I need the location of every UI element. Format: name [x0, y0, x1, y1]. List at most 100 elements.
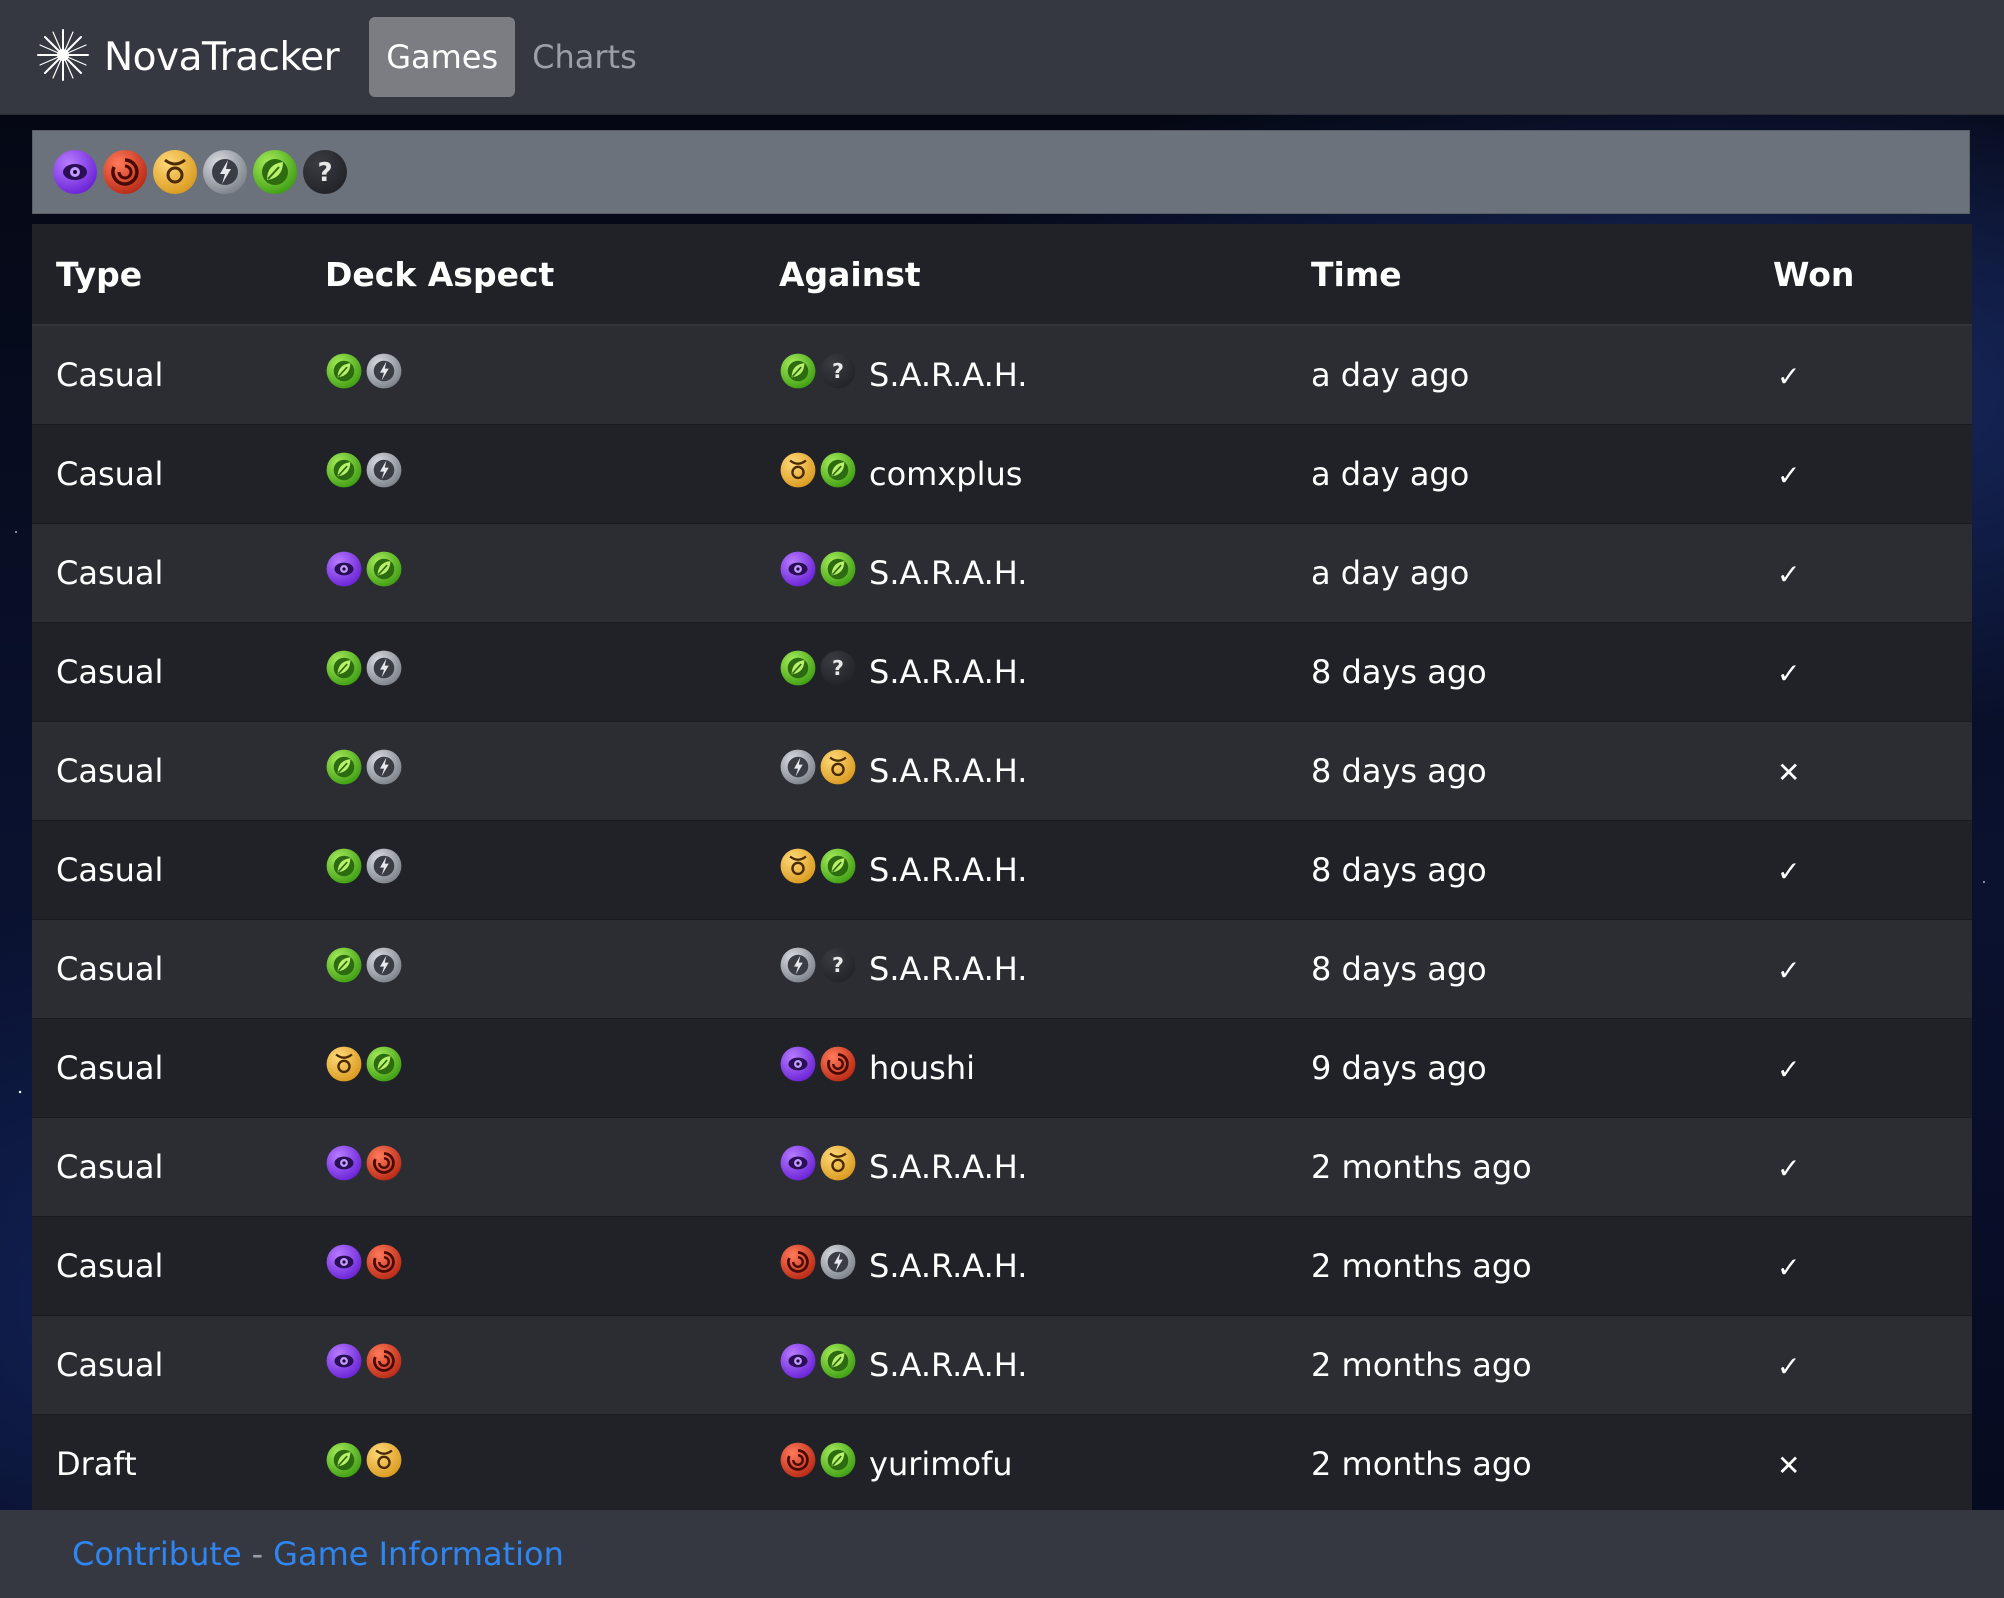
table-row[interactable]: Casual S.A.R.A.H. 8 days ago ✓: [32, 820, 1972, 920]
opponent-name: S.A.R.A.H.: [869, 356, 1028, 394]
svg-text:?: ?: [832, 656, 844, 680]
opponent-name: S.A.R.A.H.: [869, 554, 1028, 592]
checkmark-icon: ✓: [1777, 657, 1801, 690]
table-row[interactable]: Casual S.A.R.A.H. 2 months ago ✓: [32, 1216, 1972, 1316]
cell-type: Casual: [32, 1315, 301, 1415]
contribute-link[interactable]: Contribute: [72, 1535, 242, 1573]
svg-text:?: ?: [832, 953, 844, 977]
tab-games[interactable]: Games: [369, 17, 516, 97]
nature-aspect-icon: [819, 550, 859, 596]
cell-won: ✓: [1749, 1018, 1972, 1118]
opponent-name: S.A.R.A.H.: [869, 1148, 1028, 1186]
cell-time: 8 days ago: [1287, 820, 1749, 920]
tab-charts[interactable]: Charts: [515, 17, 654, 97]
cell-against: yurimofu: [755, 1414, 1287, 1513]
table-row[interactable]: Casual comxplus a day ago ✓: [32, 424, 1972, 524]
cell-time: 2 months ago: [1287, 1315, 1749, 1415]
chaos-aspect-icon: [365, 1144, 405, 1190]
checkmark-icon: ✓: [1777, 360, 1801, 393]
table-row[interactable]: Casual S.A.R.A.H. a day ago ✓: [32, 523, 1972, 623]
filter-unknown-aspect-icon[interactable]: ?: [301, 148, 349, 196]
cell-type: Casual: [32, 919, 301, 1019]
cell-deck-aspect: [301, 424, 755, 524]
game-information-link[interactable]: Game Information: [273, 1535, 564, 1573]
mystic-aspect-icon: [779, 1045, 819, 1091]
checkmark-icon: ✓: [1777, 1350, 1801, 1383]
cell-won: ✓: [1749, 324, 1972, 425]
chaos-aspect-icon: [365, 1342, 405, 1388]
cell-deck-aspect: [301, 820, 755, 920]
table-row[interactable]: Draft yurimofu 2 months ago ✕: [32, 1414, 1972, 1513]
footer-separator: -: [251, 1535, 264, 1573]
cell-deck-aspect: [301, 919, 755, 1019]
opponent-name: S.A.R.A.H.: [869, 653, 1028, 691]
cell-time: 8 days ago: [1287, 721, 1749, 821]
cross-icon: ✕: [1777, 1449, 1801, 1482]
header-time[interactable]: Time: [1287, 224, 1749, 326]
nature-aspect-icon: [325, 352, 365, 398]
footer: Contribute - Game Information: [0, 1510, 2004, 1598]
filter-technology-aspect-icon[interactable]: [201, 148, 249, 196]
nature-aspect-icon: [819, 847, 859, 893]
cell-against: S.A.R.A.H.: [755, 721, 1287, 821]
chaos-aspect-icon: [819, 1045, 859, 1091]
checkmark-icon: ✓: [1777, 1152, 1801, 1185]
filter-mystic-aspect-icon[interactable]: [51, 148, 99, 196]
checkmark-icon: ✓: [1777, 558, 1801, 591]
cell-against: S.A.R.A.H.: [755, 1315, 1287, 1415]
header-type[interactable]: Type: [32, 224, 301, 326]
unknown-aspect-icon: ?: [819, 946, 859, 992]
cell-time: 9 days ago: [1287, 1018, 1749, 1118]
cell-deck-aspect: [301, 1018, 755, 1118]
header-against[interactable]: Against: [755, 224, 1287, 326]
opponent-name: houshi: [869, 1049, 975, 1087]
header-won[interactable]: Won: [1749, 224, 1972, 326]
cell-won: ✓: [1749, 622, 1972, 722]
cell-type: Casual: [32, 1018, 301, 1118]
mystic-aspect-icon: [325, 1342, 365, 1388]
table-row[interactable]: Casual? S.A.R.A.H. 8 days ago ✓: [32, 919, 1972, 1019]
opponent-name: S.A.R.A.H.: [869, 1346, 1028, 1384]
cell-type: Casual: [32, 820, 301, 920]
strength-aspect-icon: [819, 1144, 859, 1190]
cell-against: comxplus: [755, 424, 1287, 524]
cell-type: Casual: [32, 523, 301, 623]
cell-against: S.A.R.A.H.: [755, 820, 1287, 920]
starburst-icon: [36, 28, 90, 86]
cell-deck-aspect: [301, 1216, 755, 1316]
table-row[interactable]: Casual S.A.R.A.H. 8 days ago ✕: [32, 721, 1972, 821]
cell-won: ✕: [1749, 721, 1972, 821]
mystic-aspect-icon: [325, 1243, 365, 1289]
nature-aspect-icon: [819, 1441, 859, 1487]
table-row[interactable]: Casual? S.A.R.A.H. 8 days ago ✓: [32, 622, 1972, 722]
cell-won: ✓: [1749, 919, 1972, 1019]
opponent-name: S.A.R.A.H.: [869, 1247, 1028, 1285]
nature-aspect-icon: [819, 451, 859, 497]
cell-deck-aspect: [301, 1315, 755, 1415]
cell-against: houshi: [755, 1018, 1287, 1118]
filter-chaos-aspect-icon[interactable]: [101, 148, 149, 196]
cell-against: S.A.R.A.H.: [755, 1216, 1287, 1316]
cell-won: ✓: [1749, 1216, 1972, 1316]
checkmark-icon: ✓: [1777, 459, 1801, 492]
strength-aspect-icon: [365, 1441, 405, 1487]
table-row[interactable]: Casual houshi 9 days ago ✓: [32, 1018, 1972, 1118]
table-row[interactable]: Casual S.A.R.A.H. 2 months ago ✓: [32, 1117, 1972, 1217]
table-row[interactable]: Casual S.A.R.A.H. 2 months ago ✓: [32, 1315, 1972, 1415]
cell-deck-aspect: [301, 1117, 755, 1217]
checkmark-icon: ✓: [1777, 1053, 1801, 1086]
table-row[interactable]: Casual? S.A.R.A.H. a day ago ✓: [32, 324, 1972, 425]
cell-won: ✓: [1749, 1315, 1972, 1415]
technology-aspect-icon: [779, 748, 819, 794]
cell-time: 8 days ago: [1287, 622, 1749, 722]
cell-time: 2 months ago: [1287, 1216, 1749, 1316]
filter-nature-aspect-icon[interactable]: [251, 148, 299, 196]
mystic-aspect-icon: [779, 1144, 819, 1190]
brand[interactable]: NovaTracker: [36, 28, 340, 86]
technology-aspect-icon: [365, 946, 405, 992]
mystic-aspect-icon: [779, 1342, 819, 1388]
header-deck-aspect[interactable]: Deck Aspect: [301, 224, 755, 326]
cell-deck-aspect: [301, 1414, 755, 1513]
nature-aspect-icon: [325, 649, 365, 695]
filter-strength-aspect-icon[interactable]: [151, 148, 199, 196]
